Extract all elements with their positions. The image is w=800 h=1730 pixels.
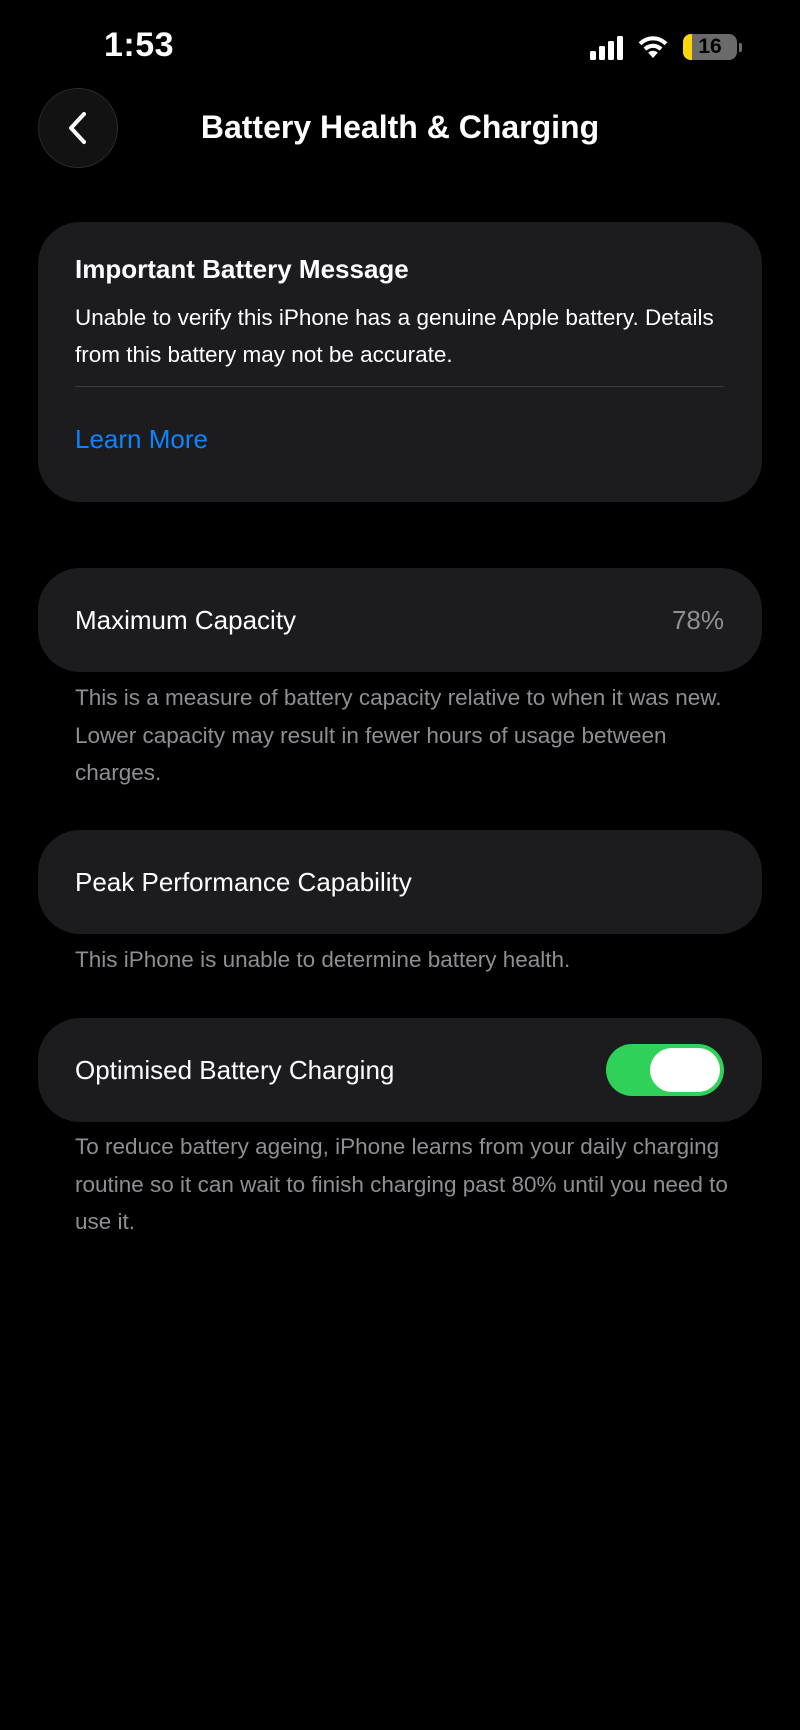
peak-performance-note: This iPhone is unable to determine batte… (75, 947, 571, 972)
optimised-charging-label: Optimised Battery Charging (75, 1054, 395, 1085)
battery-icon: 16 (683, 34, 742, 60)
message-title: Important Battery Message (75, 254, 409, 284)
battery-level: 16 (698, 35, 722, 58)
status-indicators: 16 (590, 30, 742, 64)
divider (75, 386, 724, 387)
maximum-capacity-row: Maximum Capacity 78% (38, 568, 762, 672)
page-title-text: Battery Health & Charging (200, 109, 600, 145)
cellular-signal-icon (590, 34, 623, 60)
toggle-knob (650, 1048, 720, 1092)
maximum-capacity-value: 78% (671, 604, 724, 635)
page-title: Battery Health & Charging (0, 109, 800, 146)
status-time: 1:53 (104, 26, 175, 64)
important-battery-message-card: Important Battery Message Unable to veri… (38, 222, 762, 502)
learn-more-link[interactable]: Learn More (75, 424, 208, 455)
message-body: Unable to verify this iPhone has a genui… (75, 305, 714, 367)
wifi-icon (635, 34, 671, 60)
peak-performance-label: Peak Performance Capability (75, 866, 412, 897)
optimised-charging-row: Optimised Battery Charging (38, 1018, 762, 1122)
optimised-charging-note: To reduce battery ageing, iPhone learns … (75, 1134, 728, 1234)
maximum-capacity-label: Maximum Capacity (75, 604, 297, 635)
peak-performance-row: Peak Performance Capability (38, 830, 762, 934)
maximum-capacity-note: This is a measure of battery capacity re… (75, 685, 722, 785)
optimised-charging-toggle[interactable] (606, 1044, 724, 1096)
